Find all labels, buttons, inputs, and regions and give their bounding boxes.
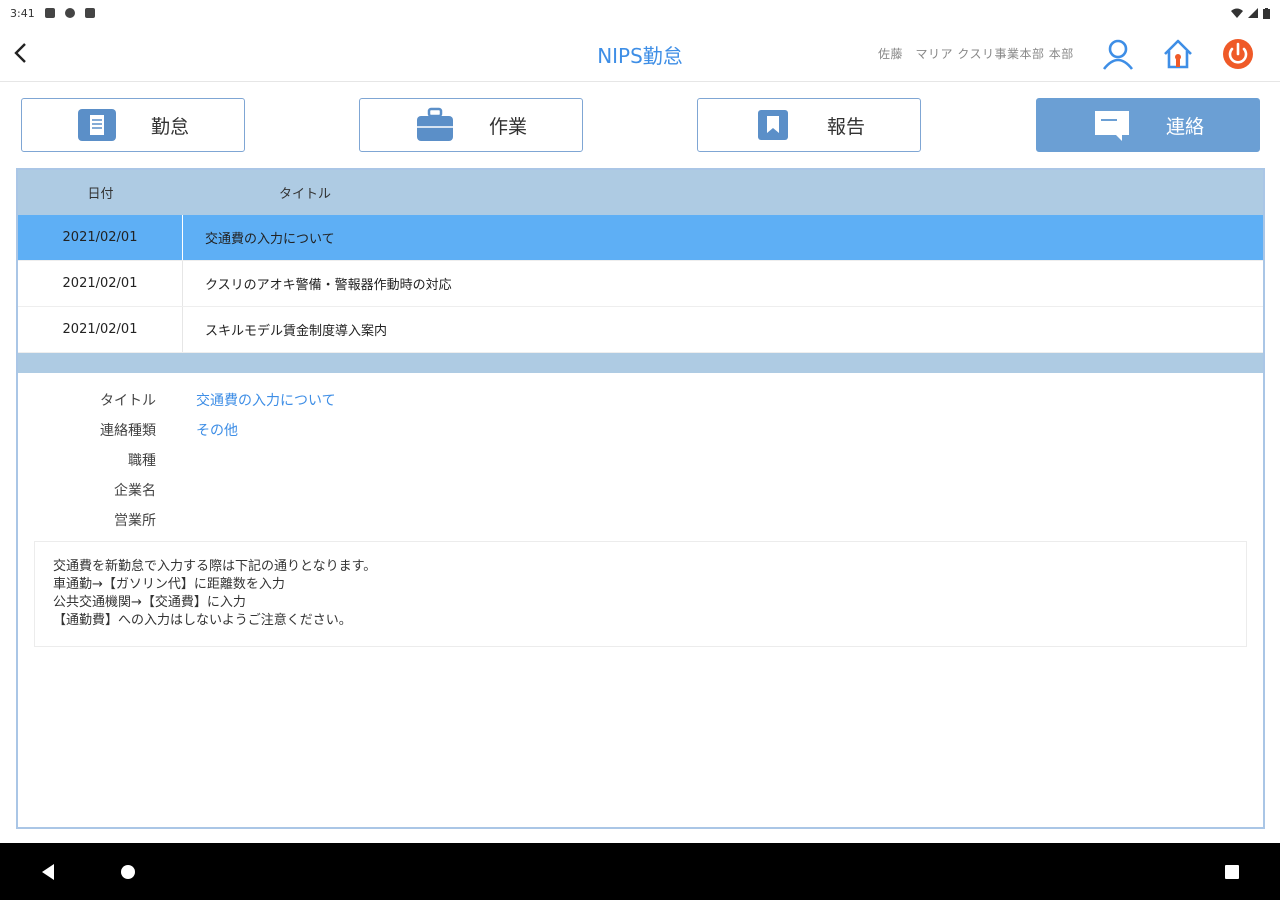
home-button[interactable] bbox=[1160, 36, 1196, 72]
tab-report[interactable]: 報告 bbox=[697, 98, 921, 152]
column-header-date: 日付 bbox=[87, 187, 114, 202]
message-line: 公共交通機関→【交通費】に入力 bbox=[53, 595, 246, 610]
row-date: 2021/02/01 bbox=[18, 261, 183, 306]
notification-icon bbox=[44, 8, 55, 18]
list-row[interactable]: 2021/02/01 交通費の入力について bbox=[18, 215, 1263, 261]
tab-contact[interactable]: 連絡 bbox=[1036, 98, 1260, 152]
nav-home-button[interactable] bbox=[117, 861, 139, 883]
detail-row-company: 企業名 bbox=[18, 475, 1263, 505]
briefcase-icon bbox=[416, 107, 453, 141]
detail-row-type: 連絡種類 その他 bbox=[18, 415, 1263, 445]
detail-label: 連絡種類 bbox=[100, 423, 156, 439]
main-tabs: 勤怠 作業 報告 連絡 bbox=[0, 82, 1280, 166]
detail-label: タイトル bbox=[100, 393, 156, 409]
section-divider bbox=[18, 353, 1263, 373]
sd-card-icon bbox=[84, 8, 95, 18]
system-nav-bar bbox=[0, 843, 1280, 900]
bookmark-icon bbox=[757, 110, 788, 140]
row-title: 交通費の入力について bbox=[205, 232, 335, 247]
tab-label: 報告 bbox=[826, 115, 865, 138]
tab-label: 作業 bbox=[488, 115, 527, 138]
user-name: 佐藤 マリア クスリ事業本部 本部 bbox=[878, 47, 1074, 61]
status-bar: 3:41 bbox=[0, 0, 1280, 26]
user-icon bbox=[1102, 39, 1134, 70]
user-button[interactable] bbox=[1100, 36, 1136, 72]
detail-value: その他 bbox=[196, 423, 238, 439]
row-title: クスリのアオキ警備・警報器作動時の対応 bbox=[205, 278, 452, 293]
signal-icon bbox=[1248, 8, 1258, 18]
detail-row-job: 職種 bbox=[18, 445, 1263, 475]
nav-home-icon bbox=[121, 865, 135, 879]
contact-panel: 日付 タイトル 2021/02/01 交通費の入力について 2021/02/01… bbox=[16, 168, 1265, 829]
message-body: 交通費を新勤怠で入力する際は下記の通りとなります。 車通勤→【ガソリン代】に距離… bbox=[34, 541, 1247, 647]
message-line: 交通費を新勤怠で入力する際は下記の通りとなります。 bbox=[53, 559, 377, 574]
detail-row-office: 営業所 bbox=[18, 505, 1263, 535]
status-time: 3:41 bbox=[10, 6, 35, 20]
list-row[interactable]: 2021/02/01 クスリのアオキ警備・警報器作動時の対応 bbox=[18, 261, 1263, 307]
detail-label: 企業名 bbox=[114, 483, 156, 499]
nav-back-button[interactable] bbox=[37, 861, 59, 883]
message-line: 【通勤費】への入力はしないようご注意ください。 bbox=[53, 613, 352, 628]
detail-value: 交通費の入力について bbox=[196, 393, 336, 409]
power-icon bbox=[1223, 39, 1253, 69]
tab-work[interactable]: 作業 bbox=[359, 98, 583, 152]
document-icon bbox=[77, 109, 116, 141]
wifi-icon bbox=[1231, 8, 1243, 18]
sync-icon bbox=[64, 8, 75, 18]
tab-label: 勤怠 bbox=[150, 115, 189, 138]
column-header-title: タイトル bbox=[279, 187, 332, 202]
app-bar: NIPS勤怠 佐藤 マリア クスリ事業本部 本部 bbox=[0, 26, 1280, 82]
message-icon bbox=[1094, 111, 1129, 141]
list-row[interactable]: 2021/02/01 スキルモデル賃金制度導入案内 bbox=[18, 307, 1263, 353]
logout-button[interactable] bbox=[1220, 36, 1256, 72]
message-line: 車通勤→【ガソリン代】に距離数を入力 bbox=[53, 577, 285, 592]
row-title: スキルモデル賃金制度導入案内 bbox=[205, 324, 388, 339]
detail-label: 職種 bbox=[128, 453, 156, 469]
tab-label: 連絡 bbox=[1165, 115, 1204, 138]
row-date: 2021/02/01 bbox=[18, 215, 183, 260]
tab-attendance[interactable]: 勤怠 bbox=[21, 98, 245, 152]
message-detail: タイトル 交通費の入力について 連絡種類 その他 職種 企業名 営業所 交通費を… bbox=[18, 373, 1263, 647]
home-icon bbox=[1164, 39, 1192, 69]
detail-row-title: タイトル 交通費の入力について bbox=[18, 385, 1263, 415]
list-header: 日付 タイトル bbox=[18, 170, 1263, 215]
nav-back-icon bbox=[42, 864, 54, 880]
nav-recents-button[interactable] bbox=[1221, 861, 1243, 883]
detail-label: 営業所 bbox=[114, 513, 156, 529]
nav-recents-icon bbox=[1225, 865, 1239, 879]
app-title: NIPS勤怠 bbox=[597, 44, 683, 68]
row-date: 2021/02/01 bbox=[18, 307, 183, 352]
battery-icon bbox=[1263, 7, 1270, 19]
